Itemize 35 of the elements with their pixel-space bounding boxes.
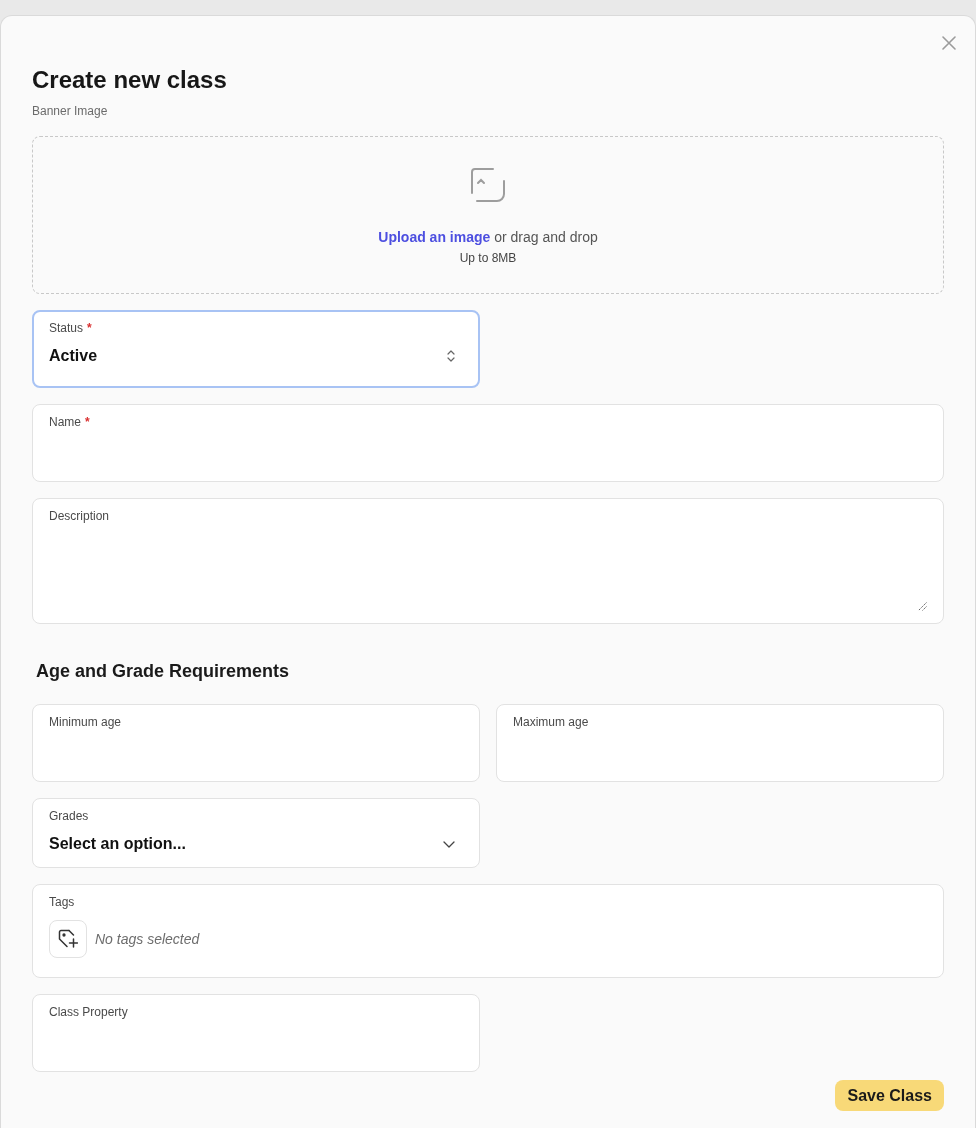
save-button[interactable]: Save Class bbox=[835, 1080, 944, 1111]
close-icon[interactable] bbox=[942, 36, 956, 50]
textarea-field[interactable]: Description bbox=[32, 498, 944, 624]
chevron-up-down-icon bbox=[447, 350, 455, 362]
field-label: Class Property bbox=[49, 1004, 128, 1020]
add-tag-button[interactable] bbox=[49, 920, 87, 958]
upload-icon bbox=[470, 167, 506, 203]
field-label: Maximum age bbox=[513, 714, 589, 730]
text-field[interactable]: Name * bbox=[32, 404, 944, 482]
field-label: Banner Image bbox=[32, 103, 108, 119]
required-mark: * bbox=[85, 414, 90, 430]
field-label: Status bbox=[49, 320, 84, 336]
section-heading: Age and Grade Requirements bbox=[36, 660, 290, 683]
chevron-down-icon bbox=[443, 840, 455, 848]
upload-instructions: Upload an image or drag and drop bbox=[378, 228, 598, 247]
upload-hint: Up to 8MB bbox=[459, 250, 517, 266]
tag-plus-icon bbox=[58, 929, 78, 949]
dialog-title: Create new class bbox=[32, 65, 228, 95]
upload-link[interactable]: Upload an image bbox=[378, 229, 491, 245]
resize-handle-icon[interactable] bbox=[918, 602, 927, 611]
field-label: Minimum age bbox=[49, 714, 122, 730]
field-label: Name bbox=[49, 414, 81, 430]
select-value: Select an option... bbox=[49, 834, 186, 854]
text-field[interactable]: Maximum age bbox=[496, 704, 944, 782]
required-mark: * bbox=[87, 320, 92, 336]
field-label: Description bbox=[49, 508, 110, 524]
dropdown-field[interactable]: Grades Select an option... bbox=[32, 798, 480, 868]
select-value: Active bbox=[49, 346, 98, 366]
empty-tags-text: No tags selected bbox=[95, 929, 200, 949]
text-field[interactable]: Minimum age bbox=[32, 704, 480, 782]
field-label: Grades bbox=[49, 808, 89, 824]
select-field[interactable]: Status * Active bbox=[32, 310, 480, 388]
field-label: Tags bbox=[49, 894, 75, 910]
upload-dropzone[interactable]: Upload an image or drag and drop Up to 8MB bbox=[32, 136, 944, 294]
text-field[interactable]: Class Property bbox=[32, 994, 480, 1072]
